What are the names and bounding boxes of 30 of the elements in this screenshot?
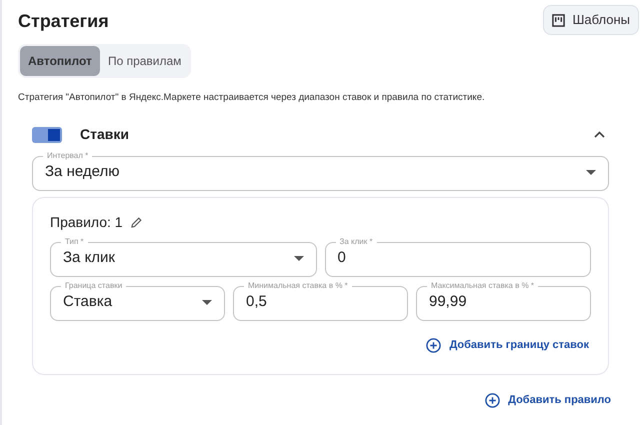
field-label: Интервал * <box>46 151 90 162</box>
field-label: За клик * <box>338 237 374 248</box>
field-label: Минимальная ставка в % * <box>247 281 349 292</box>
board-icon <box>552 14 564 26</box>
field-label: Максимальная ставка в % * <box>430 281 536 292</box>
dropdown-caret-icon <box>586 170 596 175</box>
dropdown-caret-icon <box>294 256 304 261</box>
input-field[interactable]: Минимальная ставка в % * 0,5 <box>233 281 408 322</box>
input-field[interactable]: За клик * 0 <box>324 237 591 278</box>
rule-title: Правило: 1 <box>50 213 123 232</box>
add-bound-link[interactable]: Добавить границу ставок <box>426 337 589 354</box>
select-field[interactable]: Интервал * За неделю <box>32 151 609 192</box>
strategy-tab[interactable]: Автопилот <box>20 46 100 76</box>
add-icon <box>485 392 500 408</box>
add-icon <box>426 338 442 353</box>
field-label: Тип * <box>64 237 85 248</box>
collapse-chevron-icon[interactable] <box>594 131 605 138</box>
input-field[interactable]: Максимальная ставка в % * 99,99 <box>416 281 591 322</box>
page-title: Стратегия <box>18 10 109 33</box>
section-title: Ставки <box>80 125 129 144</box>
select-field[interactable]: Тип * За клик <box>50 237 316 278</box>
dropdown-caret-icon <box>202 300 212 305</box>
templates-button[interactable]: Шаблоны <box>542 5 639 35</box>
toggle-switch[interactable] <box>32 126 62 143</box>
strategy-description: Стратегия "Автопилот" в Яндекс.Маркете настраивается через диапазон ставок и правила по статистике. <box>18 91 486 105</box>
pencil-icon[interactable] <box>130 217 142 228</box>
select-field[interactable]: Граница ставки Ставка <box>50 281 225 322</box>
add-rule-link[interactable]: Добавить правило <box>485 392 611 408</box>
strategy-tab[interactable]: По правилам <box>100 46 190 76</box>
field-label: Граница ставки <box>64 281 124 292</box>
